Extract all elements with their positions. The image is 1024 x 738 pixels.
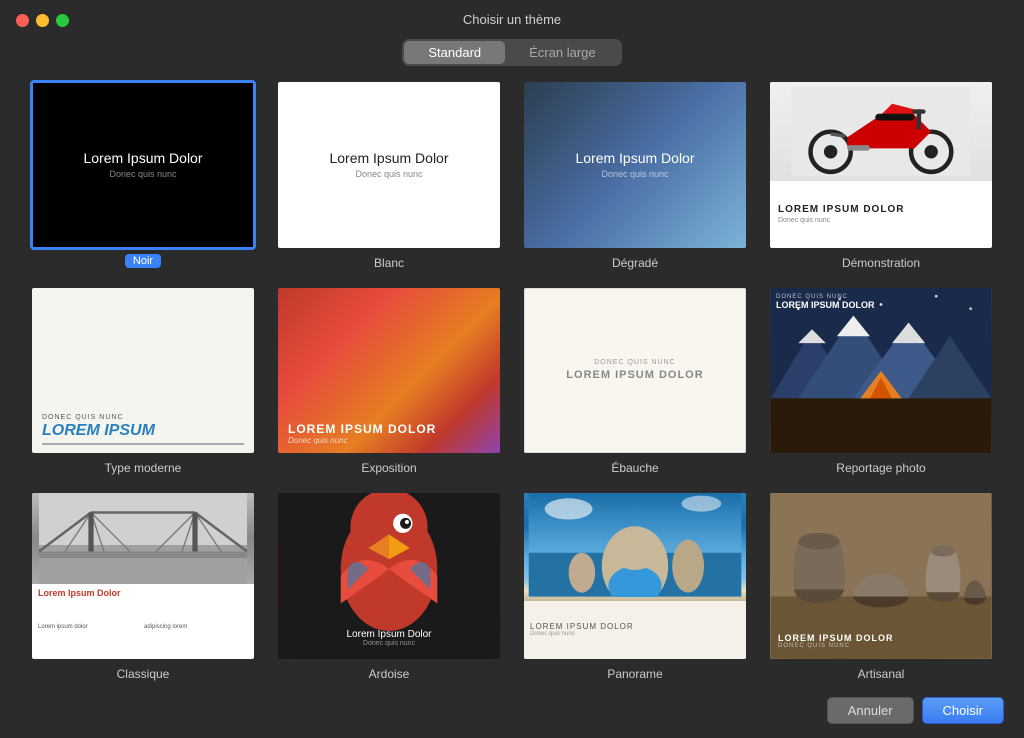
coastal-icon xyxy=(524,493,746,597)
reportage-main: LOREM IPSUM DOLOR xyxy=(776,300,986,310)
tab-ecran-large[interactable]: Écran large xyxy=(505,41,619,64)
tab-bar: Standard Écran large xyxy=(0,39,1024,66)
theme-label-blanc: Blanc xyxy=(374,256,404,270)
theme-thumb-blanc[interactable]: Lorem Ipsum Dolor Donec quis nunc xyxy=(276,80,502,250)
thumb-moderne-line xyxy=(42,443,244,445)
bridge-icon xyxy=(32,493,254,584)
theme-thumb-panorame[interactable]: LOREM IPSUM DOLOR Donec quis nunc xyxy=(522,491,748,661)
motorcycle-icon xyxy=(781,87,981,176)
ardoise-sub: Donec quis nunc xyxy=(278,640,500,647)
thumb-demo-main: LOREM IPSUM DOLOR xyxy=(778,204,984,215)
theme-item-reportage[interactable]: DONEC QUIS NUNC LOREM IPSUM DOLOR Report… xyxy=(768,286,994,476)
confirm-button[interactable]: Choisir xyxy=(922,697,1004,724)
classique-sub2: adipiscing lorem xyxy=(144,624,248,654)
theme-label-type-moderne: Type moderne xyxy=(105,461,182,475)
window-title: Choisir un thème xyxy=(463,12,561,27)
reportage-landscape-icon xyxy=(770,288,992,454)
thumb-demo-sub: Donec quis nunc xyxy=(778,217,984,224)
thumb-demo-text: LOREM IPSUM DOLOR Donec quis nunc xyxy=(770,181,992,247)
theme-thumb-ardoise[interactable]: Lorem Ipsum Dolor Donec quis nunc xyxy=(276,491,502,661)
theme-label-demonstration: Démonstration xyxy=(842,256,920,270)
theme-label-ebauche: Ébauche xyxy=(611,461,658,475)
theme-item-exposition[interactable]: LOREM IPSUM DOLOR Donec quis nunc Exposi… xyxy=(276,286,502,476)
artisanal-text-overlay: LOREM IPSUM DOLOR DONEC QUIS NUNC xyxy=(778,633,984,649)
thumb-degrade-main: Lorem Ipsum Dolor xyxy=(575,150,694,166)
panorame-photo xyxy=(524,493,746,601)
theme-item-ebauche[interactable]: DONEC QUIS NUNC LOREM IPSUM DOLOR Ébauch… xyxy=(522,286,748,476)
ardoise-main: Lorem Ipsum Dolor xyxy=(278,629,500,640)
theme-thumb-exposition[interactable]: LOREM IPSUM DOLOR Donec quis nunc xyxy=(276,286,502,456)
theme-badge-noir: Noir xyxy=(125,254,161,268)
maximize-button[interactable] xyxy=(56,14,69,27)
theme-thumb-type-moderne[interactable]: DONEC QUIS NUNC LOREM IPSUM xyxy=(30,286,256,456)
theme-item-degrade[interactable]: Lorem Ipsum Dolor Donec quis nunc Dégrad… xyxy=(522,80,748,270)
theme-grid: Lorem Ipsum Dolor Donec quis nunc Noir L… xyxy=(30,80,994,681)
classique-content: Lorem Ipsum Dolor Lorem ipsum dolor adip… xyxy=(32,584,254,658)
footer: Annuler Choisir xyxy=(0,689,1024,738)
theme-label-exposition: Exposition xyxy=(361,461,416,475)
thumb-blanc-main: Lorem Ipsum Dolor xyxy=(329,150,448,166)
theme-thumb-ebauche[interactable]: DONEC QUIS NUNC LOREM IPSUM DOLOR xyxy=(522,286,748,456)
theme-label-reportage: Reportage photo xyxy=(836,461,925,475)
thumb-noir-main: Lorem Ipsum Dolor xyxy=(83,150,202,166)
theme-thumb-degrade[interactable]: Lorem Ipsum Dolor Donec quis nunc xyxy=(522,80,748,250)
minimize-button[interactable] xyxy=(36,14,49,27)
theme-label-panorame: Panorame xyxy=(607,667,662,681)
theme-label-classique: Classique xyxy=(117,667,170,681)
theme-item-artisanal[interactable]: LOREM IPSUM DOLOR DONEC QUIS NUNC Artisa… xyxy=(768,491,994,681)
tab-standard[interactable]: Standard xyxy=(404,41,505,64)
classique-sub1: Lorem ipsum dolor xyxy=(38,624,142,654)
classique-photo xyxy=(32,493,254,584)
reportage-text-overlay: DONEC QUIS NUNC LOREM IPSUM DOLOR xyxy=(776,294,986,310)
theme-item-noir[interactable]: Lorem Ipsum Dolor Donec quis nunc Noir xyxy=(30,80,256,270)
title-bar: Choisir un thème xyxy=(0,0,1024,35)
cancel-button[interactable]: Annuler xyxy=(827,697,914,724)
artisanal-main: LOREM IPSUM DOLOR xyxy=(778,633,984,643)
traffic-lights xyxy=(16,14,69,27)
panorame-text: LOREM IPSUM DOLOR Donec quis nunc xyxy=(524,601,746,659)
theme-thumb-reportage[interactable]: DONEC QUIS NUNC LOREM IPSUM DOLOR xyxy=(768,286,994,456)
theme-label-ardoise: Ardoise xyxy=(369,667,410,681)
artisanal-sub: DONEC QUIS NUNC xyxy=(778,643,984,649)
theme-item-ardoise[interactable]: Lorem Ipsum Dolor Donec quis nunc Ardois… xyxy=(276,491,502,681)
theme-item-panorame[interactable]: LOREM IPSUM DOLOR Donec quis nunc Panora… xyxy=(522,491,748,681)
reportage-photo-bg xyxy=(770,288,992,454)
thumb-blanc-sub: Donec quis nunc xyxy=(355,169,422,179)
tab-group: Standard Écran large xyxy=(402,39,621,66)
panorame-sub: Donec quis nunc xyxy=(530,631,740,637)
thumb-noir-sub: Donec quis nunc xyxy=(109,169,176,179)
theme-item-blanc[interactable]: Lorem Ipsum Dolor Donec quis nunc Blanc xyxy=(276,80,502,270)
theme-item-demonstration[interactable]: LOREM IPSUM DOLOR Donec quis nunc Démons… xyxy=(768,80,994,270)
theme-thumb-classique[interactable]: Lorem Ipsum Dolor Lorem ipsum dolor adip… xyxy=(30,491,256,661)
classique-main: Lorem Ipsum Dolor xyxy=(38,588,248,622)
panorame-main: LOREM IPSUM DOLOR xyxy=(530,622,740,631)
theme-label-degrade: Dégradé xyxy=(612,256,658,270)
thumb-degrade-sub: Donec quis nunc xyxy=(601,169,668,179)
thumb-ebauche-main: LOREM IPSUM DOLOR xyxy=(566,369,703,381)
thumb-moderne-main: LOREM IPSUM xyxy=(42,423,244,439)
thumb-demo-bike-area xyxy=(770,82,992,181)
thumb-expo-sub: Donec quis nunc xyxy=(288,436,490,445)
theme-label-artisanal: Artisanal xyxy=(858,667,905,681)
thumb-expo-main: LOREM IPSUM DOLOR xyxy=(288,422,490,436)
close-button[interactable] xyxy=(16,14,29,27)
thumb-moderne-subtitle: DONEC QUIS NUNC xyxy=(42,414,244,421)
theme-thumb-noir[interactable]: Lorem Ipsum Dolor Donec quis nunc xyxy=(30,80,256,250)
theme-item-classique[interactable]: Lorem Ipsum Dolor Lorem ipsum dolor adip… xyxy=(30,491,256,681)
theme-item-type-moderne[interactable]: DONEC QUIS NUNC LOREM IPSUM Type moderne xyxy=(30,286,256,476)
theme-grid-container: Lorem Ipsum Dolor Donec quis nunc Noir L… xyxy=(0,80,1024,689)
thumb-ebauche-sub: DONEC QUIS NUNC xyxy=(594,359,676,366)
theme-thumb-artisanal[interactable]: LOREM IPSUM DOLOR DONEC QUIS NUNC xyxy=(768,491,994,661)
ardoise-text-overlay: Lorem Ipsum Dolor Donec quis nunc xyxy=(278,629,500,647)
theme-thumb-demonstration[interactable]: LOREM IPSUM DOLOR Donec quis nunc xyxy=(768,80,994,250)
